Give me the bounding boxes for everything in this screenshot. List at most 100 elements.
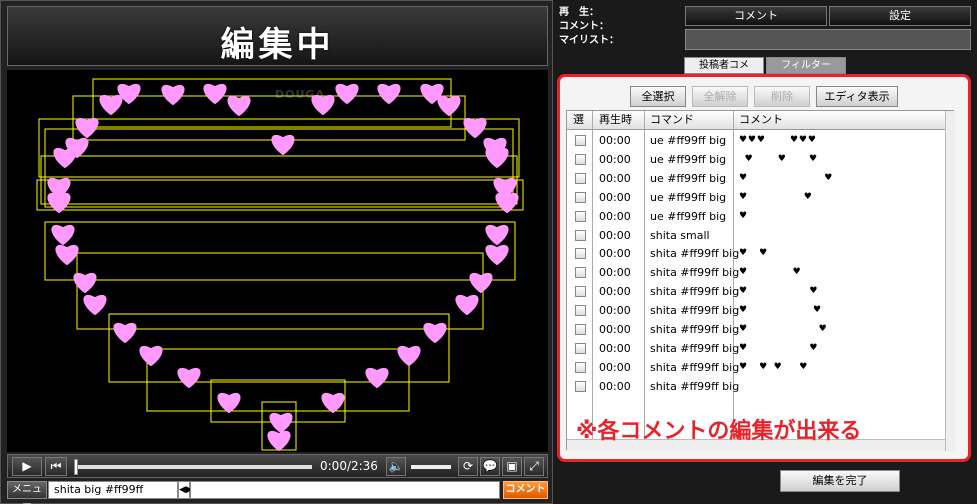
volume-slider[interactable] [411, 465, 451, 469]
volume-icon[interactable]: 🔈 [386, 457, 406, 476]
row-checkbox[interactable] [575, 361, 586, 373]
delete-button[interactable]: 削除 [754, 86, 810, 107]
mylist-box[interactable] [685, 29, 971, 50]
menu-button[interactable]: メニュー [7, 481, 47, 504]
row-comment: ♥ ♥ [739, 172, 832, 183]
finish-editing-button[interactable]: 編集を完了 [780, 470, 900, 492]
heart-icon [377, 83, 401, 105]
comment-bounds-outline [72, 95, 466, 141]
row-time: 00:00 [599, 171, 631, 185]
row-command: shita #ff99ff big [650, 323, 740, 336]
deselect-all-button[interactable]: 全解除 [692, 86, 748, 107]
row-checkbox[interactable] [575, 153, 586, 165]
row-command: shita #ff99ff big [650, 285, 740, 299]
video-area[interactable]: DOUGA [7, 70, 548, 452]
row-comment: ♥ ♥ ♥ [739, 153, 817, 164]
comment-bounds-outline [76, 252, 484, 330]
row-checkbox[interactable] [575, 342, 586, 354]
row-checkbox[interactable] [575, 380, 586, 392]
table-row[interactable]: 00:00 ue #ff99ff big ♥ ♥ ♥ [567, 150, 955, 169]
mylist-label: マイリスト： [559, 35, 619, 46]
row-time: 00:00 [599, 266, 631, 280]
table-row[interactable]: 00:00 shita #ff99ff big [567, 377, 955, 396]
fullscreen-icon[interactable]: ⤢ [524, 457, 544, 476]
row-checkbox[interactable] [575, 210, 586, 222]
heart-icon [397, 345, 421, 367]
row-time: 00:00 [599, 323, 631, 336]
seek-bar[interactable] [76, 465, 312, 469]
comment-count-label: コメント： [559, 21, 609, 32]
row-time: 00:00 [599, 228, 631, 242]
row-comment: ♥ ♥ [739, 342, 817, 353]
video-info: 再 生： コメント： マイリスト： [557, 6, 679, 52]
row-checkbox[interactable] [575, 267, 586, 279]
col-comment[interactable]: コメント [735, 111, 783, 129]
table-row[interactable]: 00:00 ue #ff99ff big ♥ [567, 207, 955, 226]
row-command: shita #ff99ff big [650, 341, 740, 355]
repeat-icon[interactable]: ⟳ [458, 457, 478, 476]
table-row[interactable]: 00:00 ue #ff99ff big ♥ ♥ [567, 188, 955, 207]
tab-poster-comments[interactable]: 投稿者コメ [684, 57, 764, 74]
col-time[interactable]: 再生時 [595, 111, 632, 129]
heart-icon [485, 224, 509, 246]
tab-filter[interactable]: フィルター [766, 57, 846, 74]
row-time: 00:00 [599, 247, 631, 261]
poster-comment-editor: 全選択 全解除 削除 エディタ表示 選 再生時 コマンド コメント 00:00 u… [557, 74, 971, 462]
table-row[interactable]: 00:00 shita #ff99ff big ♥ ♥ [567, 301, 955, 320]
row-command: ue #ff99ff big [650, 190, 727, 204]
row-checkbox[interactable] [575, 229, 586, 241]
row-time: 00:00 [599, 134, 631, 147]
col-command[interactable]: コマンド [646, 111, 694, 129]
command-history-arrow-icon[interactable]: ◀▶ [178, 481, 193, 499]
heart-icon [75, 117, 99, 139]
heart-icon [51, 224, 75, 246]
heart-icon [227, 95, 251, 117]
skip-back-icon[interactable]: ⏮ [45, 457, 67, 476]
comment-input[interactable] [190, 481, 500, 499]
table-row[interactable]: 00:00 ue #ff99ff big ♥ ♥ ♥ ♥ ♥ ♥ [567, 131, 955, 150]
comment-toggle-icon[interactable]: 💬 [480, 457, 500, 476]
row-command: shita #ff99ff big [650, 304, 740, 318]
heart-icon [485, 147, 509, 169]
row-time: 00:00 [599, 190, 631, 204]
editor-view-button[interactable]: エディタ表示 [816, 86, 898, 107]
row-checkbox[interactable] [575, 305, 586, 317]
row-comment: ♥ ♥ ♥ ♥ ♥ ♥ [739, 135, 816, 145]
table-row[interactable]: 00:00 shita #ff99ff big ♥ ♥ ♥ ♥ [567, 358, 955, 377]
table-row[interactable]: 00:00 ue #ff99ff big ♥ ♥ [567, 169, 955, 188]
table-row[interactable]: 00:00 shita small [567, 226, 955, 245]
comment-bounds-outline [36, 179, 524, 211]
row-time: 00:00 [599, 209, 631, 223]
command-input[interactable]: shita big #ff99ff [48, 481, 178, 499]
screen-mode-icon[interactable]: ▣ [502, 457, 522, 476]
table-row[interactable]: 00:00 shita #ff99ff big ♥ ♥ [567, 339, 955, 358]
comment-panel-button[interactable]: コメント [685, 6, 827, 26]
row-time: 00:00 [599, 341, 631, 355]
settings-button[interactable]: 設定 [829, 6, 971, 26]
vertical-scrollbar[interactable] [945, 111, 955, 451]
heart-icon [365, 367, 389, 389]
row-time: 00:00 [599, 360, 631, 374]
heart-icon [311, 94, 335, 116]
row-checkbox[interactable] [575, 286, 586, 298]
comment-art-layer [36, 78, 524, 452]
seek-handle[interactable] [74, 459, 78, 475]
heart-icon [99, 94, 123, 116]
row-checkbox[interactable] [575, 172, 586, 184]
col-select[interactable]: 選 [569, 111, 584, 129]
row-checkbox[interactable] [575, 135, 586, 146]
row-command: shita small [650, 228, 710, 242]
table-row[interactable]: 00:00 shita #ff99ff big ♥ ♥ [567, 282, 955, 301]
comment-submit-button[interactable]: コメント [503, 481, 548, 499]
select-all-button[interactable]: 全選択 [630, 86, 686, 107]
row-checkbox[interactable] [575, 324, 586, 335]
table-row[interactable]: 00:00 shita #ff99ff big ♥ ♥ [567, 263, 955, 282]
heart-icon [83, 294, 107, 316]
annotation-note: ※各コメントの編集が出来る [576, 419, 862, 444]
row-checkbox[interactable] [575, 191, 586, 203]
play-icon[interactable]: ▶ [12, 457, 42, 476]
row-checkbox[interactable] [575, 248, 586, 260]
table-row[interactable]: 00:00 shita #ff99ff big ♥ ♥ [567, 244, 955, 263]
row-comment: ♥ [739, 210, 747, 221]
table-row[interactable]: 00:00 shita #ff99ff big ♥ ♥ [567, 320, 955, 339]
